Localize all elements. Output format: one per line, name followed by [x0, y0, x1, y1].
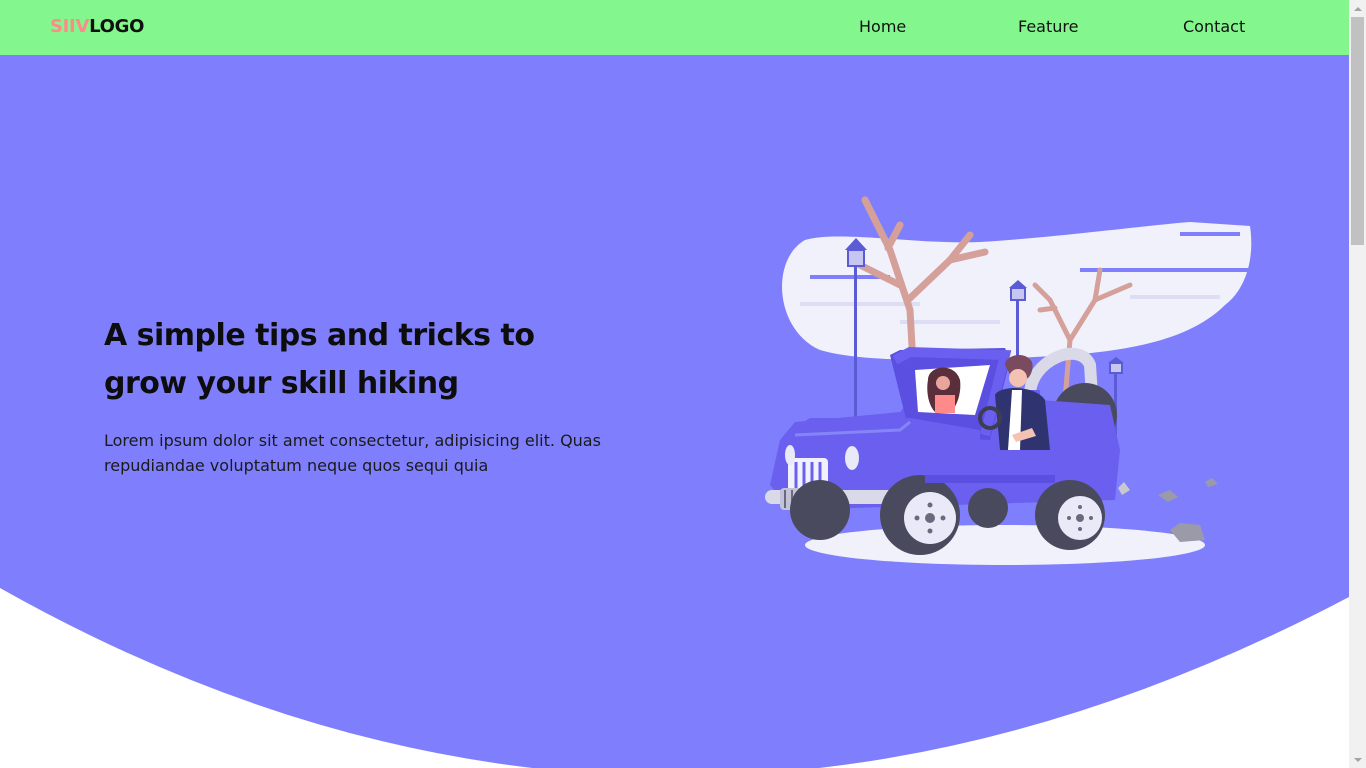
vertical-scrollbar[interactable] — [1349, 0, 1366, 768]
nav-links: Home Feature Contact — [0, 0, 1349, 55]
scrollbar-thumb[interactable] — [1351, 17, 1364, 245]
hero-description: Lorem ipsum dolor sit amet consectetur, … — [104, 431, 601, 475]
nav-feature-link[interactable]: Feature — [1018, 17, 1078, 36]
jeep-hiking-illustration — [765, 196, 1252, 565]
navbar: SIIVLOGO Home Feature Contact — [0, 0, 1349, 55]
nav-home-link[interactable]: Home — [859, 17, 906, 36]
hero-title: A simple tips and tricks to grow your sk… — [104, 318, 535, 401]
nav-contact-link[interactable]: Contact — [1183, 17, 1245, 36]
scroll-up-arrow-icon[interactable] — [1349, 0, 1366, 17]
scroll-down-arrow-icon[interactable] — [1349, 751, 1366, 768]
page: SIIVLOGO Home Feature Contact A simple t… — [0, 0, 1349, 768]
